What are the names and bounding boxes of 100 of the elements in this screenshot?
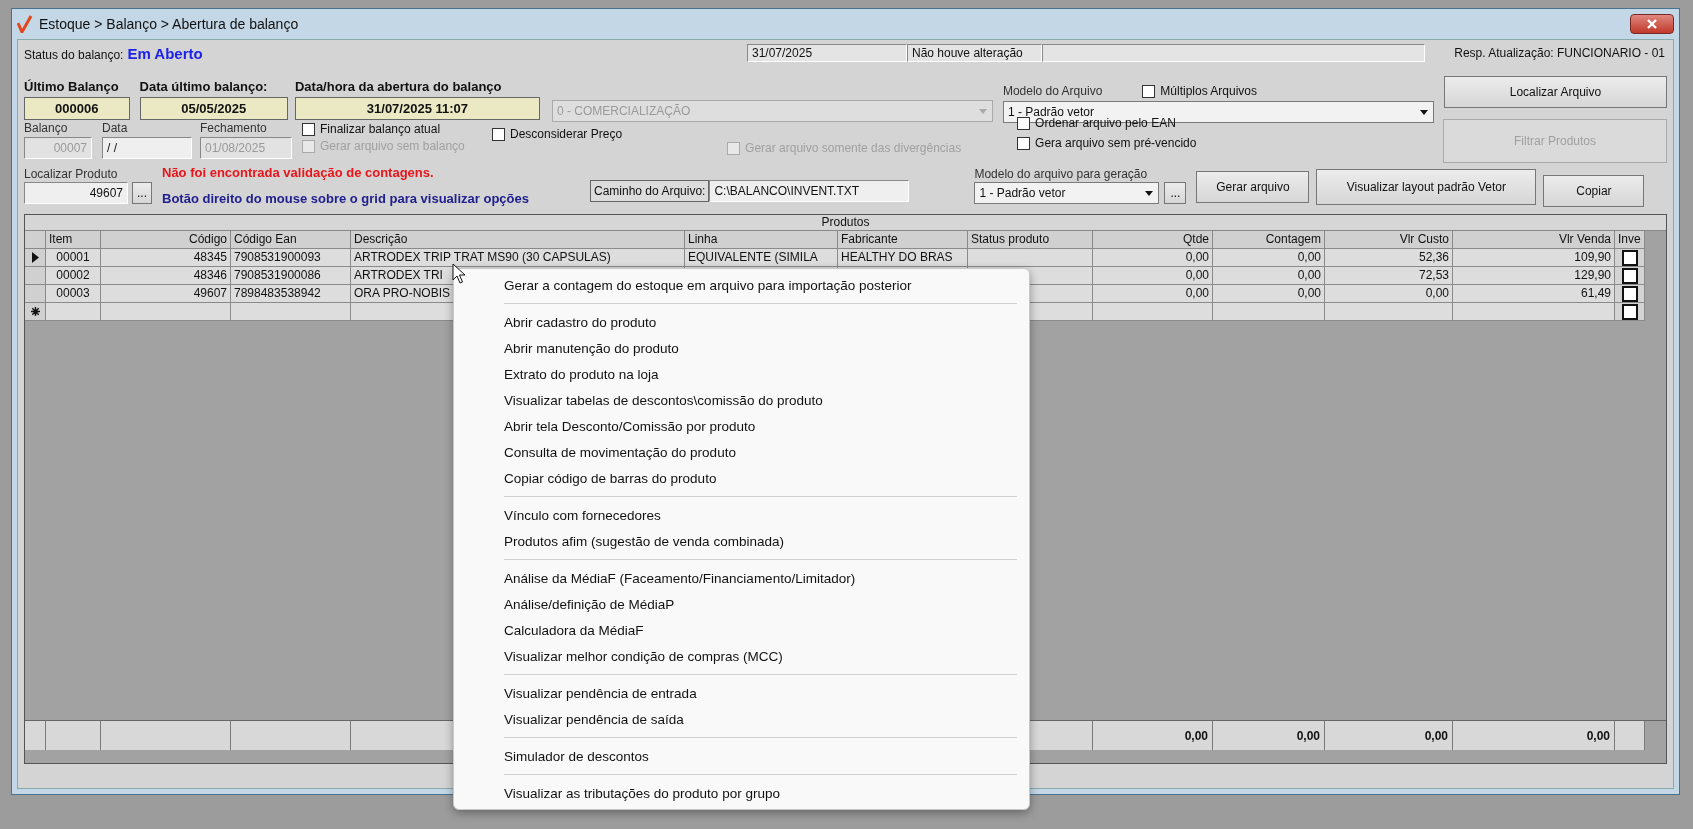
total-cell xyxy=(46,721,101,750)
table-cell: 0,00 xyxy=(1093,285,1213,303)
table-cell: 0,00 xyxy=(1213,267,1325,285)
total-cell: 0,00 xyxy=(1453,721,1615,750)
menu-item[interactable]: Visualizar pendência de entrada xyxy=(454,680,1029,706)
column-header[interactable]: Vlr Custo xyxy=(1325,231,1453,249)
menu-item[interactable]: Abrir manutenção do produto xyxy=(454,335,1029,361)
corner-header-cell xyxy=(25,231,46,249)
table-cell: 0,00 xyxy=(1213,285,1325,303)
field-label: Localizar Produto xyxy=(24,167,119,181)
column-header[interactable]: Código Ean xyxy=(231,231,351,249)
table-cell: 00001 xyxy=(46,249,101,267)
locate-file-button[interactable]: Localizar Arquivo xyxy=(1443,76,1667,108)
row-header-cell[interactable] xyxy=(25,303,46,321)
checkbox[interactable] xyxy=(1017,136,1031,150)
checkbox[interactable] xyxy=(1621,303,1638,320)
column-header[interactable]: Fabricante xyxy=(838,231,968,249)
field-label: Data/hora da abertura do balanço xyxy=(294,79,503,94)
window-title: Estoque > Balanço > Abertura de balanço xyxy=(39,16,299,32)
error-message: Não foi encontrada validação de contagens. xyxy=(162,165,435,180)
new-row-icon xyxy=(30,307,40,316)
table-cell: 72,53 xyxy=(1325,267,1453,285)
dropdown-arrow-icon xyxy=(1419,109,1428,115)
summary-field: 000006 xyxy=(24,97,130,120)
menu-item[interactable]: Abrir cadastro do produto xyxy=(454,309,1029,335)
grid-title: Produtos xyxy=(25,215,1666,231)
table-cell: ARTRODEX TRIP TRAT MS90 (30 CAPSULAS) xyxy=(351,249,685,267)
menu-item[interactable]: Visualizar pendência de saída xyxy=(454,706,1029,732)
column-header[interactable]: Linha xyxy=(685,231,838,249)
column-header[interactable]: Inve xyxy=(1615,231,1645,249)
action-button[interactable]: Gerar arquivo xyxy=(1196,171,1310,203)
table-cell: HEALTHY DO BRAS xyxy=(838,249,968,267)
text-field[interactable]: / / xyxy=(102,137,192,159)
menu-item[interactable]: Produtos afim (sugestão de venda combinada) xyxy=(454,528,1029,554)
field-label: Fechamento xyxy=(200,121,268,135)
menu-item[interactable]: Análise/definição de MédiaP xyxy=(454,591,1029,617)
current-row-icon xyxy=(31,252,39,263)
column-header[interactable]: Código xyxy=(101,231,231,249)
checkmark-logo-icon xyxy=(17,15,33,33)
total-cell: 0,00 xyxy=(1093,721,1213,750)
dropdown-arrow-icon xyxy=(1145,190,1154,196)
dropdown[interactable]: 1 - Padrão vetor xyxy=(974,182,1160,204)
browse-button[interactable]: ... xyxy=(1164,182,1187,204)
menu-item[interactable]: Consulta de movimentação do produto xyxy=(454,439,1029,465)
file-path-field[interactable]: C:\BALANCO\INVENT.TXT xyxy=(709,180,910,202)
column-header[interactable]: Vlr Venda xyxy=(1453,231,1615,249)
menu-item[interactable]: Copiar código de barras do produto xyxy=(454,465,1029,491)
action-button[interactable]: Visualizar layout padrão Vetor xyxy=(1316,169,1537,205)
checkbox[interactable] xyxy=(1621,267,1638,284)
table-cell: 52,36 xyxy=(1325,249,1453,267)
row-header-cell[interactable] xyxy=(25,249,46,267)
checkbox[interactable] xyxy=(302,122,315,136)
row-header-cell[interactable] xyxy=(25,267,46,285)
browse-button[interactable]: ... xyxy=(132,182,152,204)
checkbox-label: Finalizar balanço atual xyxy=(320,122,441,136)
table-cell: 48345 xyxy=(101,249,231,267)
table-cell: 49607 xyxy=(101,285,231,303)
table-cell: 0,00 xyxy=(1093,249,1213,267)
menu-item[interactable]: Visualizar tabelas de descontos\comissão do produto xyxy=(454,387,1029,413)
field-label: Balanço xyxy=(24,121,69,135)
total-cell: 0,00 xyxy=(1325,721,1453,750)
total-cell: 0,00 xyxy=(1213,721,1325,750)
menu-item[interactable]: Simulador de descontos xyxy=(454,743,1029,769)
table-cell: 48346 xyxy=(101,267,231,285)
checkbox-label: Desconsiderar Preço xyxy=(510,127,623,141)
menu-item[interactable]: Abrir tela Desconto/Comissão por produto xyxy=(454,413,1029,439)
column-header[interactable]: Descrição xyxy=(351,231,685,249)
product-search-field[interactable]: 49607 xyxy=(24,182,128,204)
menu-item[interactable]: Calculadora da MédiaF xyxy=(454,617,1029,643)
field-label: Data último balanço: xyxy=(139,79,269,94)
checkbox[interactable] xyxy=(1621,249,1638,266)
responsible-text: Resp. Atualização: FUNCIONARIO - 01 xyxy=(1453,46,1666,60)
field-label: Modelo do arquivo para geração xyxy=(974,167,1149,181)
table-cell: 00003 xyxy=(46,285,101,303)
date-field: 31/07/2025 xyxy=(747,44,907,62)
menu-item[interactable]: Visualizar as tributações do produto por grupo xyxy=(454,780,1029,806)
field-label: Modelo do Arquivo xyxy=(1002,84,1103,98)
summary-field: 05/05/2025 xyxy=(139,97,288,120)
column-header[interactable]: Status produto xyxy=(968,231,1093,249)
close-button[interactable] xyxy=(1630,14,1674,34)
table-cell: 7908531900093 xyxy=(231,249,351,267)
menu-item[interactable]: Extrato do produto na loja xyxy=(454,361,1029,387)
menu-item[interactable]: Visualizar melhor condição de compras (MCC) xyxy=(454,643,1029,669)
checkbox-label: Gera arquivo sem pré-vencido xyxy=(1035,136,1197,150)
close-icon xyxy=(1645,18,1659,30)
file-path-label: Caminho do Arquivo: xyxy=(590,180,710,202)
summary-field: 31/07/2025 11:07 xyxy=(294,97,540,120)
row-header-cell[interactable] xyxy=(25,285,46,303)
checkbox[interactable] xyxy=(1621,285,1638,302)
column-header[interactable]: Contagem xyxy=(1213,231,1325,249)
menu-item[interactable]: Vínculo com fornecedores xyxy=(454,502,1029,528)
checkbox[interactable] xyxy=(492,127,505,141)
table-cell: EQUIVALENTE (SIMILA xyxy=(685,249,838,267)
change-status-field: Não houve alteração xyxy=(907,44,1042,62)
action-button[interactable]: Copiar xyxy=(1543,175,1645,207)
checkbox-label: Múltiplos Arquivos xyxy=(1160,84,1258,98)
column-header[interactable]: Item xyxy=(46,231,101,249)
checkbox[interactable] xyxy=(1142,84,1156,98)
menu-item[interactable]: Análise da MédiaF (Faceamento/Financiamento/Limitador) xyxy=(454,565,1029,591)
column-header[interactable]: Qtde xyxy=(1093,231,1213,249)
